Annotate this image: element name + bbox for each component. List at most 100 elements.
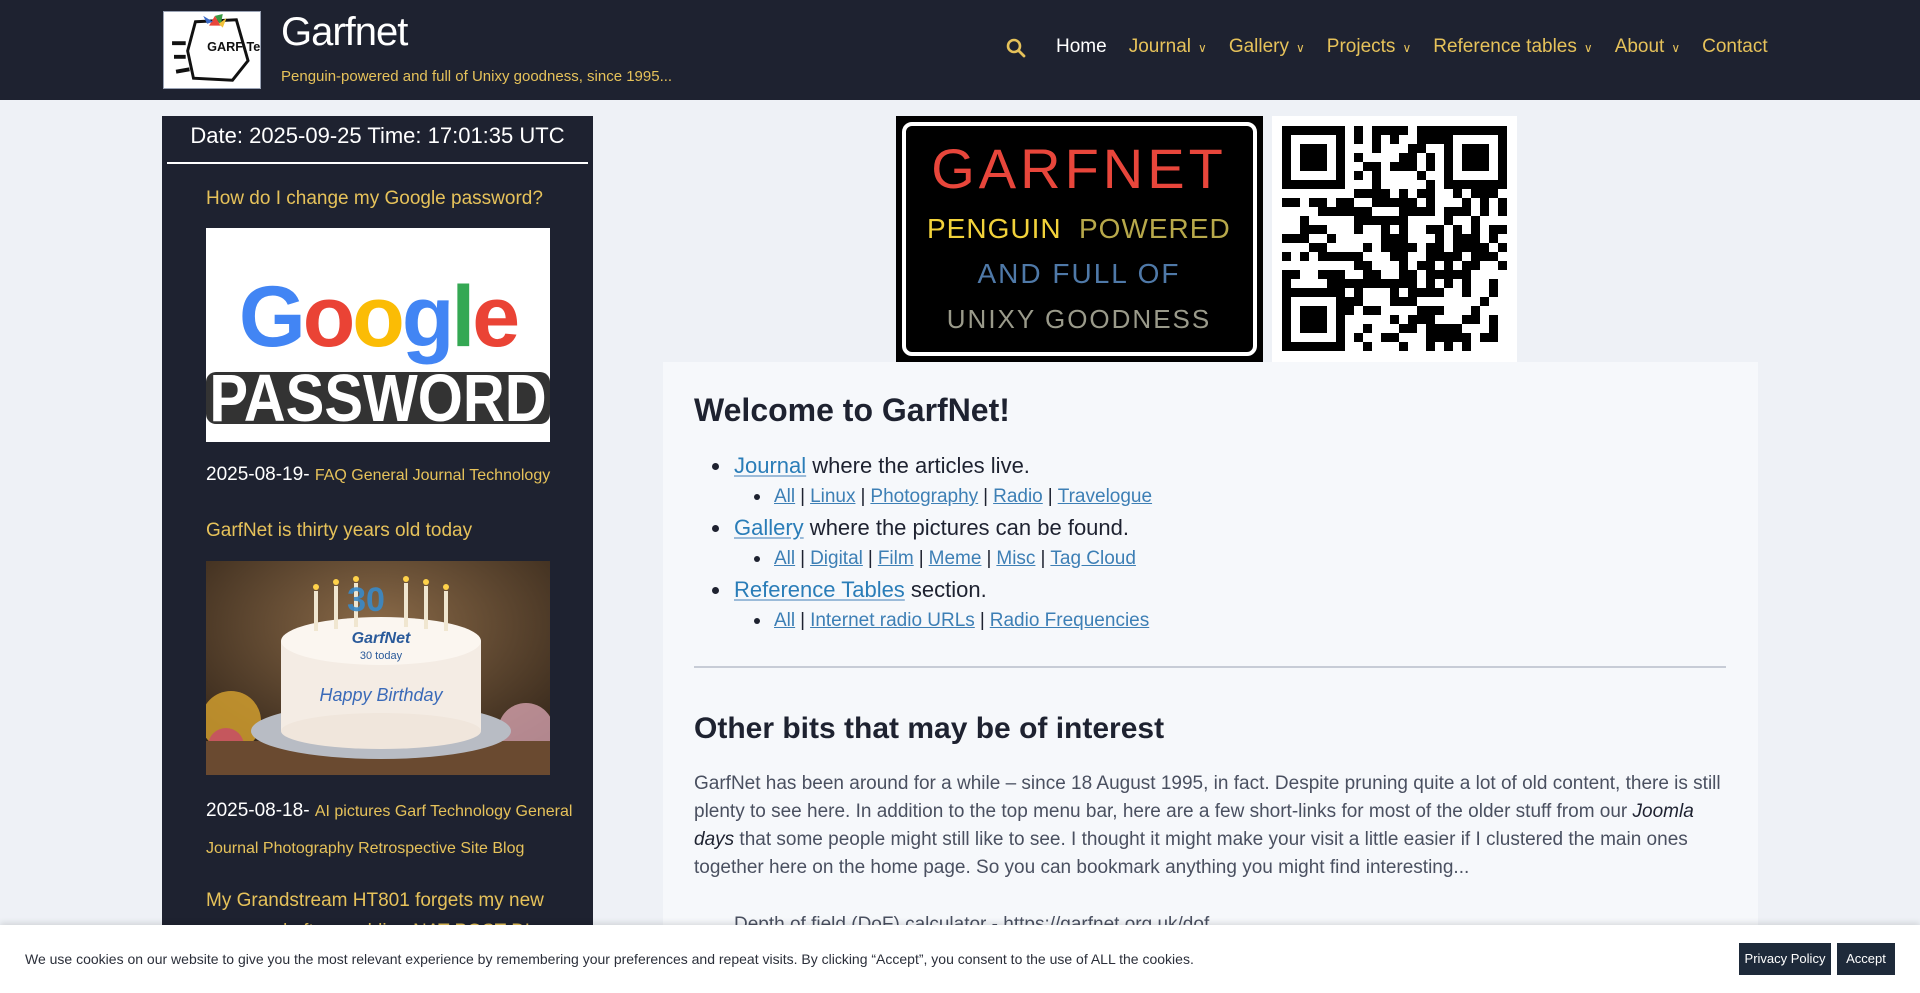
gallery-all-link[interactable]: All bbox=[774, 548, 795, 569]
svg-text:UNIXY GOODNESS: UNIXY GOODNESS bbox=[947, 304, 1211, 334]
nav-label: Home bbox=[1056, 36, 1107, 57]
nav-label: Gallery bbox=[1228, 36, 1289, 57]
welcome-heading: Welcome to GarfNet! bbox=[694, 392, 1010, 428]
qr-code-image bbox=[1272, 116, 1517, 362]
svg-text:30: 30 bbox=[347, 581, 385, 619]
nav-item-home[interactable]: Home bbox=[1056, 36, 1107, 58]
intro-paragraph: GarfNet has been around for a while – si… bbox=[694, 770, 1729, 882]
separator: | bbox=[1047, 486, 1053, 507]
separator: | bbox=[800, 486, 806, 507]
svg-text:Happy Birthday: Happy Birthday bbox=[319, 685, 443, 705]
chevron-down-icon: ∨ bbox=[1296, 41, 1305, 55]
garfnet-banner-image: GARFNET PENGUIN POWERED AND FULL OF UNIX… bbox=[896, 116, 1263, 362]
separator: | bbox=[867, 548, 873, 569]
post-thumbnail-birthday-cake[interactable]: 30 GarfNet 30 today Happy Birthday bbox=[206, 561, 550, 775]
svg-text:GarfNet: GarfNet bbox=[352, 630, 411, 647]
site-logo[interactable]: GARF Technology bbox=[163, 11, 317, 89]
gallery-digital-link[interactable]: Digital bbox=[810, 548, 863, 569]
journal-radio-link[interactable]: Radio bbox=[993, 486, 1043, 507]
journal-travelogue-link[interactable]: Travelogue bbox=[1058, 486, 1152, 507]
list-item: Journal where the articles live. bbox=[694, 450, 1694, 481]
reference-tables-link[interactable]: Reference Tables bbox=[734, 577, 905, 602]
svg-text:PASSWORD: PASSWORD bbox=[209, 361, 546, 436]
list-item-text: where the pictures can be found. bbox=[803, 515, 1130, 540]
search-icon[interactable] bbox=[1006, 38, 1026, 60]
chevron-down-icon: ∨ bbox=[1402, 41, 1412, 55]
post-title-link[interactable]: GarfNet is thirty years old today bbox=[206, 515, 591, 546]
radio-frequencies-link[interactable]: Radio Frequencies bbox=[990, 610, 1149, 631]
internet-radio-urls-link[interactable]: Internet radio URLs bbox=[810, 610, 975, 631]
nav-item-contact[interactable]: Contact bbox=[1702, 36, 1767, 58]
cookie-text: We use cookies on our website to give yo… bbox=[25, 951, 1194, 967]
gallery-meme-link[interactable]: Meme bbox=[929, 548, 982, 569]
list-item: Reference Tables section. bbox=[694, 574, 1694, 605]
svg-text:POWERED: POWERED bbox=[1079, 213, 1231, 244]
separator: | bbox=[979, 610, 985, 631]
list-item-text: where the articles live. bbox=[806, 453, 1030, 478]
journal-all-link[interactable]: All bbox=[774, 486, 795, 507]
nav-label: Journal bbox=[1128, 36, 1192, 57]
paragraph-text: GarfNet has been around for a while – si… bbox=[694, 773, 1721, 822]
journal-photography-link[interactable]: Photography bbox=[870, 486, 978, 507]
post-thumbnail-google-password[interactable]: Google PASSWORD bbox=[206, 228, 550, 442]
nav-label: Contact bbox=[1702, 36, 1768, 57]
separator: | bbox=[860, 486, 866, 507]
sub-list-item: All | Internet radio URLs | Radio Frequencie… bbox=[694, 605, 1694, 636]
divider bbox=[694, 666, 1726, 668]
chevron-down-icon: ∨ bbox=[1583, 41, 1593, 55]
chevron-down-icon: ∨ bbox=[1198, 41, 1207, 55]
sub-list-item: All | Digital | Film | Meme | Misc | Tag Cloud bbox=[694, 543, 1694, 574]
separator: | bbox=[918, 548, 924, 569]
section-links-list: Journal where the articles live. All | Lin… bbox=[694, 450, 1694, 636]
privacy-policy-button[interactable]: Privacy Policy bbox=[1739, 943, 1831, 975]
divider bbox=[167, 162, 588, 164]
nav-label: Reference tables bbox=[1433, 36, 1577, 57]
accept-button[interactable]: Accept bbox=[1837, 943, 1895, 975]
gallery-tag-cloud-link[interactable]: Tag Cloud bbox=[1050, 548, 1136, 569]
list-item: Gallery where the pictures can be found. bbox=[694, 512, 1694, 543]
separator: | bbox=[800, 610, 806, 631]
journal-linux-link[interactable]: Linux bbox=[810, 486, 855, 507]
nav-item-projects[interactable]: Projects ∨ bbox=[1327, 36, 1411, 58]
nav-item-journal[interactable]: Journal ∨ bbox=[1129, 36, 1207, 58]
list-item-text: section. bbox=[904, 577, 987, 602]
nav-item-gallery[interactable]: Gallery ∨ bbox=[1229, 36, 1305, 58]
post-date: 2025-08-18- bbox=[206, 800, 310, 821]
svg-text:Google: Google bbox=[239, 269, 517, 365]
site-title[interactable]: Garfnet bbox=[281, 10, 408, 55]
gallery-film-link[interactable]: Film bbox=[878, 548, 914, 569]
cookie-consent-bar: We use cookies on our website to give yo… bbox=[0, 925, 1920, 993]
svg-text:AND FULL OF: AND FULL OF bbox=[978, 258, 1181, 289]
reference-all-link[interactable]: All bbox=[774, 610, 795, 631]
other-bits-heading: Other bits that may be of interest bbox=[694, 712, 1165, 745]
nav-label: About bbox=[1614, 36, 1665, 57]
journal-link[interactable]: Journal bbox=[734, 453, 806, 478]
site-header: GARF Technology Garfnet Penguin-powered … bbox=[0, 0, 1920, 100]
separator: | bbox=[800, 548, 806, 569]
separator: | bbox=[983, 486, 989, 507]
post-categories[interactable]: FAQ General Journal Technology bbox=[315, 467, 550, 484]
separator: | bbox=[1040, 548, 1046, 569]
sidebar: Date: 2025-09-25 Time: 17:01:35 UTC How … bbox=[162, 116, 593, 993]
main-nav: Home Journal ∨ Gallery ∨ Projects ∨ Referen… bbox=[1056, 36, 1790, 58]
nav-label: Projects bbox=[1326, 36, 1396, 57]
svg-text:PENGUIN: PENGUIN bbox=[927, 213, 1062, 244]
post-meta: 2025-08-18- AI pictures Garf Technology … bbox=[206, 793, 591, 867]
site-tagline: Penguin-powered and full of Unixy goodne… bbox=[281, 68, 673, 85]
gallery-link[interactable]: Gallery bbox=[734, 515, 804, 540]
post-title-link[interactable]: How do I change my Google password? bbox=[206, 183, 591, 214]
nav-item-reference-tables[interactable]: Reference tables ∨ bbox=[1433, 36, 1592, 58]
chevron-down-icon: ∨ bbox=[1671, 41, 1681, 55]
post-meta: 2025-08-19- FAQ General Journal Technolo… bbox=[206, 457, 591, 494]
svg-text:30 today: 30 today bbox=[360, 650, 403, 662]
post-date: 2025-08-19- bbox=[206, 464, 310, 485]
gallery-misc-link[interactable]: Misc bbox=[996, 548, 1035, 569]
nav-item-about[interactable]: About ∨ bbox=[1615, 36, 1680, 58]
garf-logo-icon: GARF Technology bbox=[172, 13, 317, 82]
paragraph-text: that some people might still like to see… bbox=[694, 829, 1688, 878]
svg-text:GARF Technology: GARF Technology bbox=[207, 40, 260, 54]
svg-text:GARFNET: GARFNET bbox=[931, 137, 1227, 200]
main-content: Welcome to GarfNet! Journal where the ar… bbox=[663, 362, 1758, 993]
sub-list-item: All | Linux | Photography | Radio | Travelogue bbox=[694, 481, 1694, 512]
separator: | bbox=[986, 548, 992, 569]
